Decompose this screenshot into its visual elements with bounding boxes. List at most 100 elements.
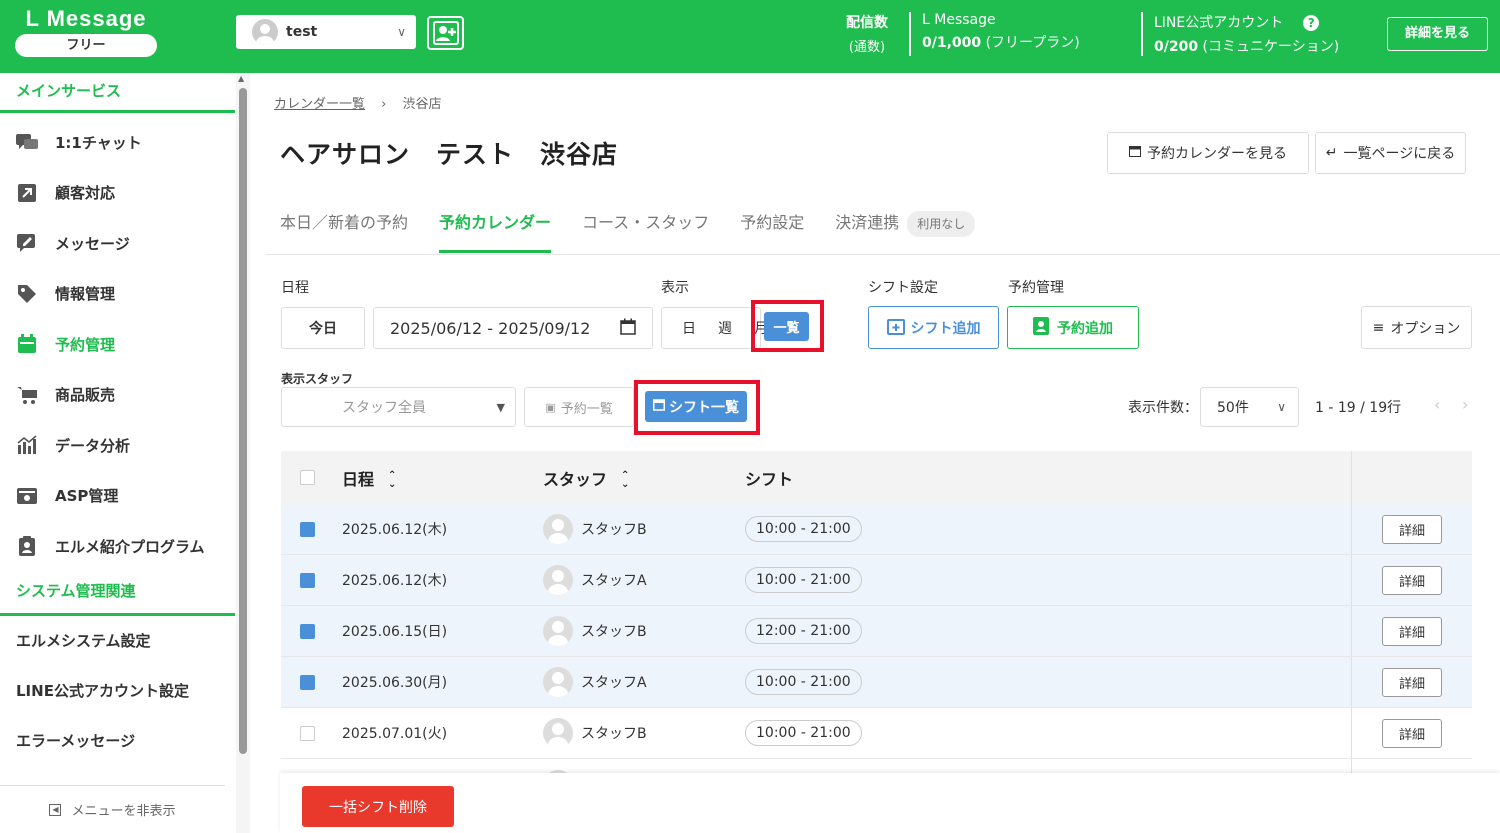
sidebar-item-customer[interactable]: 顧客対応 [0, 168, 235, 219]
today-button[interactable]: 今日 [281, 307, 365, 349]
row-shift: 10:00 - 21:00 [745, 720, 862, 746]
arrow-box-icon [15, 183, 39, 203]
sidebar-item-error-messages[interactable]: エラーメッセージ [0, 716, 235, 766]
row-checkbox[interactable] [300, 674, 315, 690]
view-day-button[interactable]: 日 [682, 318, 696, 338]
staff-select[interactable]: スタッフ全員 ▼ [281, 387, 516, 427]
shift-list-button[interactable]: シフト一覧 [645, 391, 747, 422]
tab-calendar[interactable]: 予約カレンダー [439, 201, 552, 253]
breadcrumb: カレンダー一覧 › 渋谷店 [274, 93, 442, 112]
divider [1351, 708, 1352, 758]
schedule-label: 日程 [281, 280, 309, 296]
chevron-down-icon: ∨ [1277, 400, 1286, 414]
divider [909, 12, 911, 56]
logo[interactable]: L Message フリー [15, 6, 157, 57]
sidebar: メインサービス 1:1チャット 顧客対応 メッセージ 情報管理 予約管理 商品販… [0, 73, 235, 833]
chevron-right-icon: › [381, 97, 387, 112]
divider [1141, 12, 1143, 56]
table-row[interactable]: 2025.06.12(木) スタッフB 10:00 - 21:00 詳細 [281, 504, 1472, 555]
sliders-icon: ≡ [1372, 319, 1385, 336]
sidebar-item-system-settings[interactable]: エルメシステム設定 [0, 616, 235, 666]
sort-icon[interactable]: ⌃ ⌄ [621, 471, 629, 490]
tab-today[interactable]: 本日／新着の予約 [280, 201, 408, 253]
divider [1351, 606, 1352, 656]
sidebar-item-chat[interactable]: 1:1チャット [0, 117, 235, 168]
row-staff: スタッフB [543, 514, 647, 544]
header-date[interactable]: 日程 ⌃ ⌄ [342, 466, 396, 490]
table-row[interactable]: 2025.06.30(月) スタッフA 10:00 - 21:00 詳細 [281, 657, 1472, 708]
collapse-icon: ◀ [49, 803, 62, 816]
sidebar-item-sales[interactable]: 商品販売 [0, 370, 235, 421]
detail-button[interactable]: 詳細 [1382, 565, 1442, 595]
breadcrumb-calendar-list[interactable]: カレンダー一覧 [274, 97, 365, 112]
prev-page-icon[interactable]: ‹ [1434, 395, 1440, 414]
sidebar-item-asp[interactable]: ASP管理 [0, 471, 235, 522]
system-heading: システム管理関連 [0, 572, 235, 616]
avatar [543, 667, 573, 697]
header-staff[interactable]: スタッフ ⌃ ⌄ [543, 466, 629, 490]
view-details-button[interactable]: 詳細を見る [1387, 17, 1488, 51]
options-button[interactable]: ≡ オプション [1361, 306, 1472, 349]
status-badge: 利用なし [907, 210, 976, 237]
calendar-icon [1129, 145, 1141, 161]
row-staff: スタッフA [543, 667, 647, 697]
detail-button[interactable]: 詳細 [1382, 616, 1442, 646]
detail-button[interactable]: 詳細 [1382, 667, 1442, 697]
row-checkbox[interactable] [300, 521, 315, 537]
shift-table: 日程 ⌃ ⌄ スタッフ ⌃ ⌄ シフト 2025.06.12(木) スタッフB 10:0… [281, 451, 1472, 810]
sort-icon[interactable]: ⌃ ⌄ [388, 471, 396, 490]
table-header: 日程 ⌃ ⌄ スタッフ ⌃ ⌄ シフト [281, 451, 1472, 504]
detail-button[interactable]: 詳細 [1382, 514, 1442, 544]
add-account-button[interactable] [427, 16, 464, 50]
hide-menu-button[interactable]: ◀ メニューを非表示 [0, 785, 225, 833]
table-row[interactable]: 2025.07.01(火) スタッフB 10:00 - 21:00 詳細 [281, 708, 1472, 759]
next-page-icon[interactable]: › [1462, 395, 1468, 414]
row-staff: スタッフB [543, 616, 647, 646]
tag-icon [15, 284, 39, 304]
reservation-list-button[interactable]: ▣ 予約一覧 [524, 387, 634, 427]
lmessage-stat: L Message 0/1,000 (フリープラン) [922, 12, 1080, 51]
view-list-button[interactable]: 一覧 [764, 312, 809, 341]
sidebar-item-referral[interactable]: エルメ紹介プログラム [0, 521, 235, 572]
sidebar-item-info[interactable]: 情報管理 [0, 269, 235, 320]
page-title: ヘアサロン テスト 渋谷店 [280, 140, 619, 169]
calendar-plus-icon [886, 317, 905, 339]
back-to-list-button[interactable]: ↵ 一覧ページに戻る [1315, 132, 1466, 174]
add-reservation-button[interactable]: 予約追加 [1007, 306, 1139, 349]
table-row[interactable]: 2025.06.12(木) スタッフA 10:00 - 21:00 詳細 [281, 555, 1472, 606]
scroll-up-icon[interactable]: ▲ [238, 74, 244, 83]
calendar-icon [620, 318, 636, 339]
person-icon: ▣ [545, 400, 556, 414]
view-week-button[interactable]: 週 [718, 318, 732, 338]
divider [1351, 657, 1352, 707]
tab-settings[interactable]: 予約設定 [740, 201, 804, 253]
bulk-delete-shift-button[interactable]: 一括シフト削除 [302, 786, 454, 827]
divider [1351, 555, 1352, 605]
row-checkbox[interactable] [300, 572, 315, 588]
tab-course-staff[interactable]: コース・スタッフ [582, 201, 709, 253]
table-row[interactable]: 2025.06.15(日) スタッフB 12:00 - 21:00 詳細 [281, 606, 1472, 657]
add-shift-button[interactable]: シフト追加 [868, 306, 999, 349]
sidebar-item-line-settings[interactable]: LINE公式アカウント設定 [0, 666, 235, 716]
sidebar-item-reservation[interactable]: 予約管理 [0, 319, 235, 370]
help-icon[interactable]: ? [1303, 15, 1320, 31]
display-label: 表示 [661, 280, 689, 296]
select-all-checkbox[interactable] [300, 470, 315, 485]
view-calendar-button[interactable]: 予約カレンダーを見る [1107, 132, 1309, 174]
chat-icon [15, 132, 39, 152]
sidebar-scroll-thumb[interactable] [239, 88, 247, 754]
tab-payment[interactable]: 決済連携 利用なし [835, 201, 976, 253]
row-checkbox[interactable] [300, 623, 315, 639]
reservation-label: 予約管理 [1008, 280, 1064, 296]
divider [1351, 451, 1352, 504]
sidebar-item-analytics[interactable]: データ分析 [0, 420, 235, 471]
row-checkbox[interactable] [300, 725, 315, 741]
tab-bar: 本日／新着の予約 予約カレンダー コース・スタッフ 予約設定 決済連携 利用なし [280, 201, 976, 253]
sidebar-item-message[interactable]: メッセージ [0, 218, 235, 269]
pagination-range: 1 - 19 / 19行 [1315, 400, 1402, 416]
detail-button[interactable]: 詳細 [1382, 718, 1442, 748]
account-selector[interactable]: test ∨ [236, 15, 416, 49]
per-page-select[interactable]: 50件 ∨ [1200, 387, 1299, 427]
date-range-input[interactable]: 2025/06/12 - 2025/09/12 [373, 307, 653, 349]
chevron-down-icon: ∨ [397, 25, 406, 39]
